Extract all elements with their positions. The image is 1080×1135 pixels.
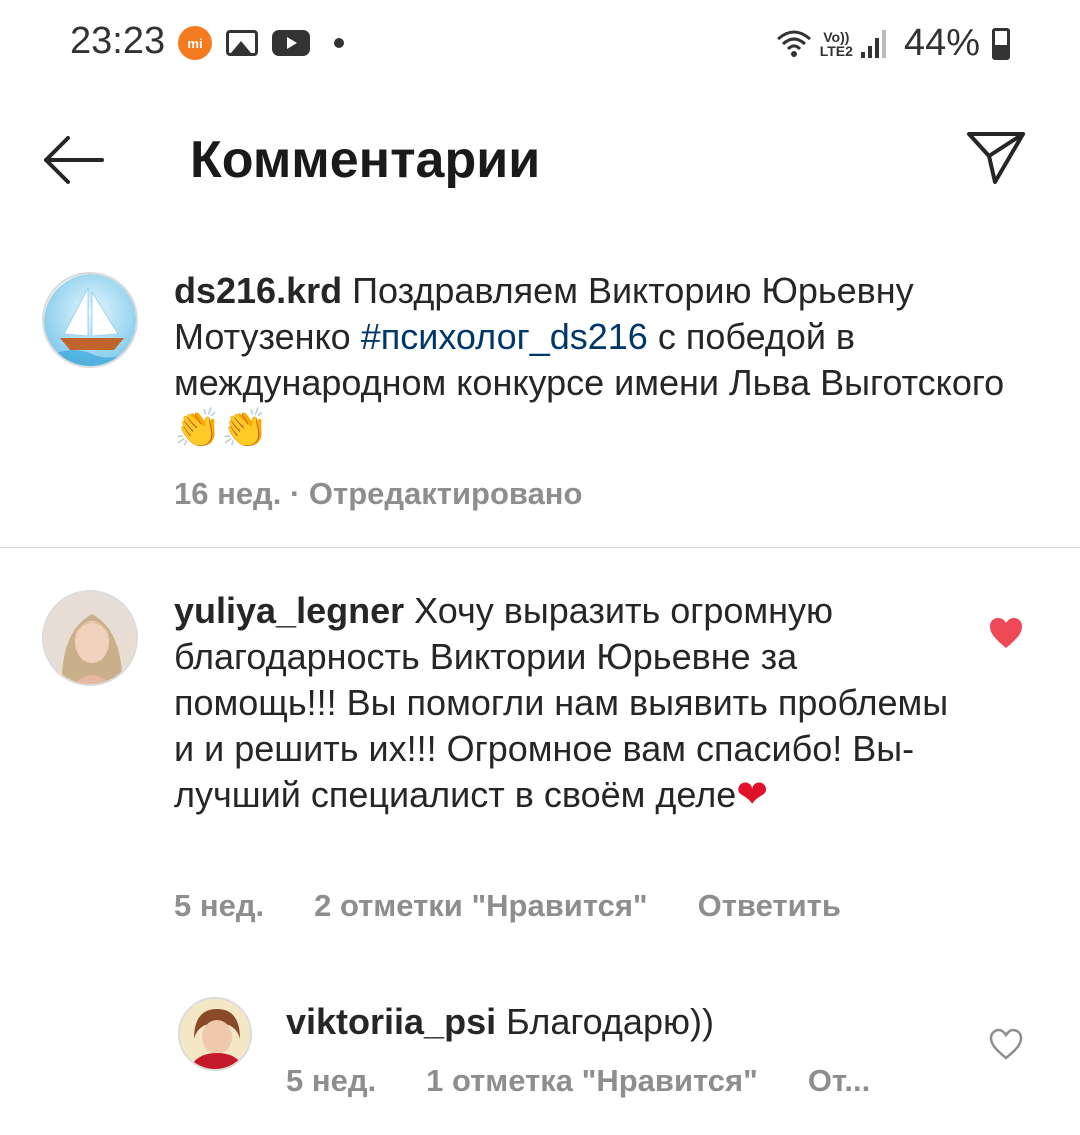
header: Комментарии xyxy=(0,100,1080,220)
signal-icon xyxy=(860,29,886,58)
gallery-icon xyxy=(226,30,258,56)
hashtag-link[interactable]: #психолог_ds216 xyxy=(361,316,648,357)
system-icons: Vo)) LTE2 44% xyxy=(776,22,1010,65)
more-notifications-dot-icon xyxy=(334,38,344,48)
comment-meta: 5 нед. 2 отметки "Нравится" Ответить xyxy=(174,888,891,924)
comment-likes-link[interactable]: 2 отметки "Нравится" xyxy=(314,888,648,923)
user-avatar-icon xyxy=(44,592,136,684)
reply-meta: 5 нед. 1 отметка "Нравится" От... xyxy=(286,1063,870,1099)
status-bar: 23:23 mi Vo)) LTE2 44% xyxy=(0,0,1080,88)
ship-logo-icon xyxy=(44,274,136,366)
mi-app-icon: mi xyxy=(178,26,212,60)
reply-likes-link[interactable]: 1 отметка "Нравится" xyxy=(426,1063,758,1098)
notification-icons: mi xyxy=(178,26,344,60)
red-heart-emoji: ❤ xyxy=(736,774,769,816)
avatar[interactable] xyxy=(178,997,252,1071)
caption-text: ds216.krd Поздравляем Викторию Юрьевну М… xyxy=(174,270,1005,450)
lte-indicator: Vo)) LTE2 xyxy=(819,28,853,59)
divider xyxy=(0,547,1080,548)
heart-outline-icon[interactable] xyxy=(988,1027,1024,1061)
reply-button[interactable]: Ответить xyxy=(698,888,841,923)
heart-filled-icon[interactable] xyxy=(988,616,1024,650)
reply-username[interactable]: viktoriia_psi xyxy=(286,1001,496,1042)
comment-time: 5 нед. xyxy=(174,888,265,923)
comment-username[interactable]: yuliya_legner xyxy=(174,590,404,631)
user-avatar-icon xyxy=(180,999,250,1069)
direct-share-icon[interactable] xyxy=(965,128,1027,186)
avatar[interactable] xyxy=(42,272,138,368)
reply-button[interactable]: От... xyxy=(808,1063,870,1098)
caption-meta: 16 нед. · Отредактировано xyxy=(174,476,583,511)
back-arrow-icon[interactable] xyxy=(40,132,106,188)
status-time: 23:23 xyxy=(70,20,166,62)
page-title: Комментарии xyxy=(190,131,541,189)
caption-username[interactable]: ds216.krd xyxy=(174,270,342,311)
wifi-icon xyxy=(776,30,811,57)
reply-text: viktoriia_psi Благодарю)) xyxy=(286,1001,714,1042)
reply-time: 5 нед. xyxy=(286,1063,377,1098)
battery-percent: 44% xyxy=(903,22,980,64)
youtube-icon xyxy=(272,30,310,56)
battery-icon xyxy=(992,27,1010,60)
comment-text: yuliya_legner Хочу выразить огромную бла… xyxy=(174,590,949,816)
avatar[interactable] xyxy=(42,590,138,686)
clapping-hands-emoji: 👏👏 xyxy=(174,408,269,450)
